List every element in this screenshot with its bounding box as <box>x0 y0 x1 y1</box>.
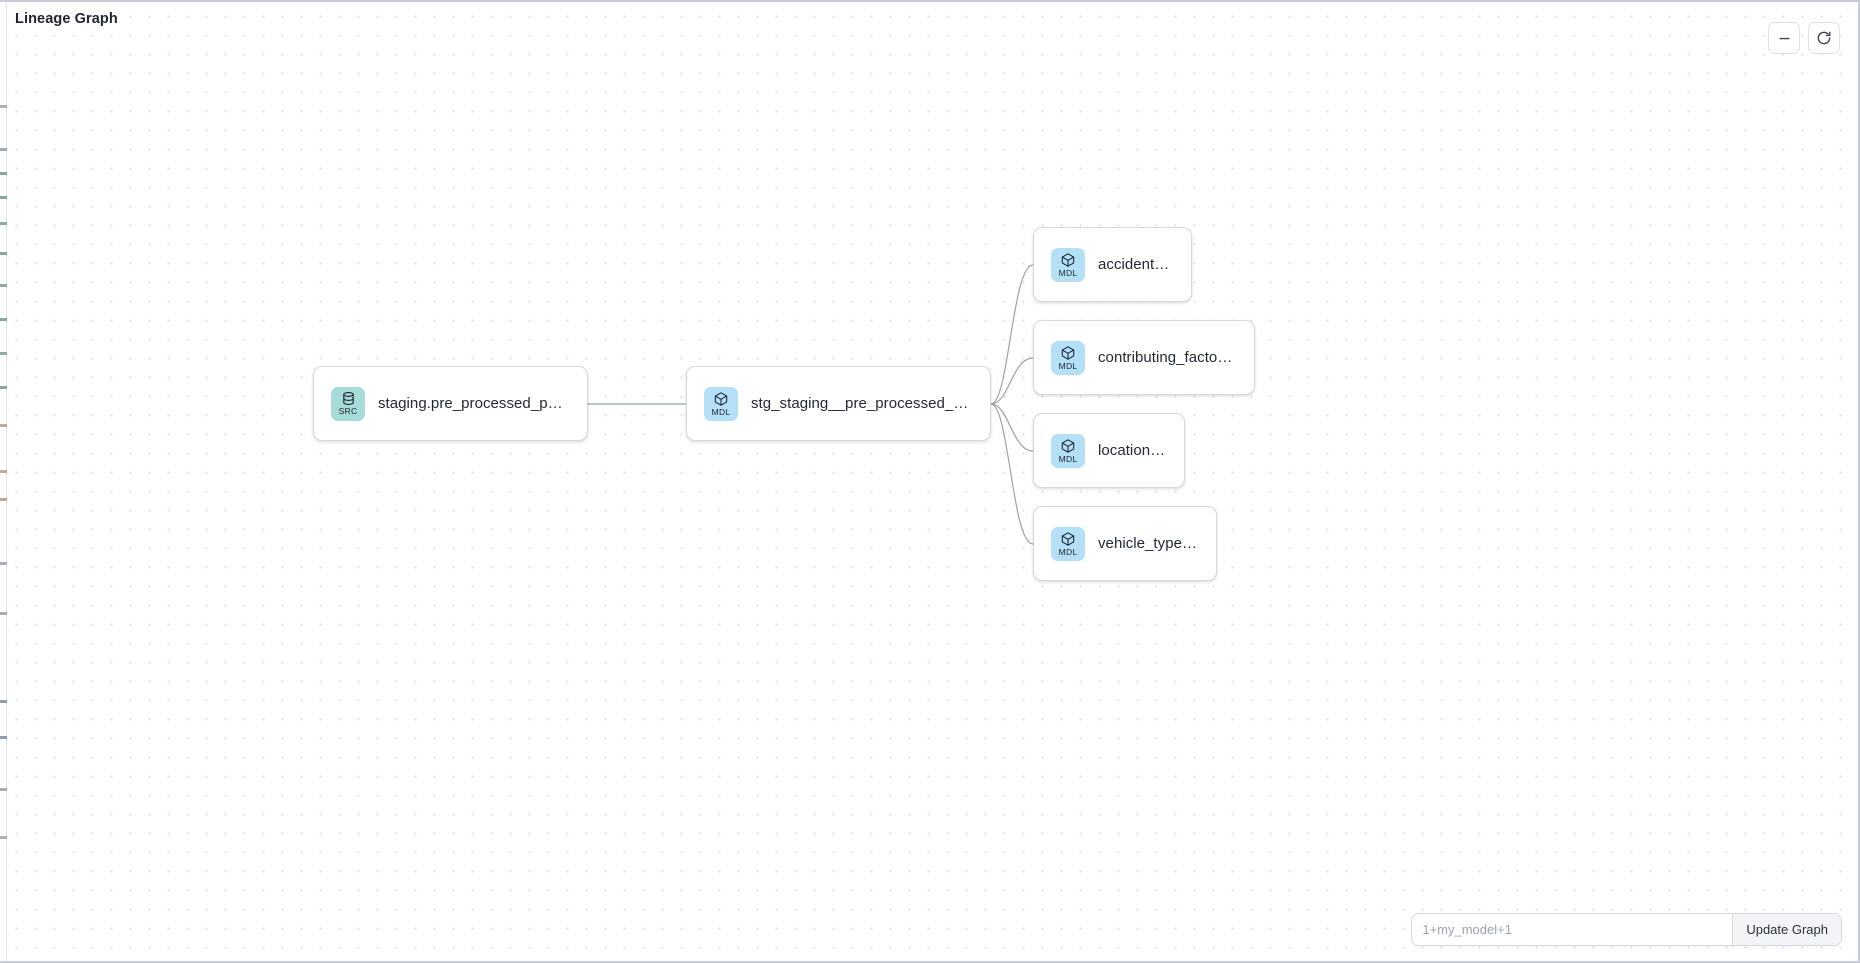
cube-icon <box>1060 252 1076 268</box>
edge-staging-model-to-location-dim <box>990 403 1034 452</box>
node-accidents-fact[interactable]: MDL accidents_fact <box>1033 227 1192 302</box>
ruler-mark <box>0 196 7 199</box>
ruler-mark <box>0 172 7 175</box>
node-label: staging.pre_processed_partitioned <box>378 395 569 412</box>
ruler-mark <box>0 105 7 108</box>
node-location-dim[interactable]: MDL location_dim <box>1033 413 1185 488</box>
node-type-label: MDL <box>711 406 731 417</box>
edge-staging-model-to-accidents-fact <box>990 264 1034 405</box>
ruler-mark <box>0 736 7 739</box>
ruler-mark <box>0 424 7 427</box>
node-type-badge: MDL <box>1051 526 1085 561</box>
node-type-label: MDL <box>1058 360 1078 371</box>
page-title: Lineage Graph <box>15 11 118 27</box>
edge-staging-model-to-vehicle-types-dim <box>990 403 1034 545</box>
cube-icon <box>1060 345 1076 361</box>
cube-icon <box>713 391 729 407</box>
edge-layer <box>588 264 1034 545</box>
node-staging-pre-processed-partitioned[interactable]: SRC staging.pre_processed_partitioned <box>313 366 588 441</box>
ruler-mark <box>0 252 7 255</box>
ruler-mark <box>0 788 7 791</box>
ruler-mark <box>0 700 7 703</box>
refresh-icon <box>1816 30 1832 46</box>
node-type-label: SRC <box>338 406 358 417</box>
node-type-label: MDL <box>1058 546 1078 557</box>
ruler-mark <box>0 148 7 151</box>
node-contributing-factors-dim[interactable]: MDL contributing_factors_dim <box>1033 320 1255 395</box>
ruler-mark <box>0 222 7 225</box>
panel-top-border <box>0 0 1860 2</box>
minus-icon <box>1777 31 1792 46</box>
node-stg-staging-pre-processed-partitioned[interactable]: MDL stg_staging__pre_processed_partitio… <box>686 366 991 441</box>
graph-canvas[interactable]: SRC staging.pre_processed_partitioned MDL s… <box>0 0 1860 963</box>
node-label: location_dim <box>1098 442 1166 459</box>
database-icon <box>341 391 356 406</box>
ruler-mark <box>0 284 7 287</box>
left-overview-ruler[interactable] <box>0 0 7 963</box>
ruler-mark <box>0 386 7 389</box>
node-label: stg_staging__pre_processed_partitio… <box>751 395 972 412</box>
node-type-label: MDL <box>1058 453 1078 464</box>
refresh-button[interactable] <box>1808 22 1840 54</box>
edge-staging-model-to-contributing-factors-dim <box>990 357 1034 405</box>
ruler-mark <box>0 562 7 565</box>
ruler-mark <box>0 836 7 839</box>
node-label: vehicle_types_dim <box>1098 535 1198 552</box>
ruler-mark <box>0 612 7 615</box>
node-type-badge: MDL <box>704 386 738 421</box>
update-graph-button[interactable]: Update Graph <box>1732 914 1841 945</box>
panel-controls <box>1768 22 1840 54</box>
node-vehicle-types-dim[interactable]: MDL vehicle_types_dim <box>1033 506 1217 581</box>
node-label: accidents_fact <box>1098 256 1173 273</box>
ruler-mark <box>0 318 7 321</box>
node-type-badge: MDL <box>1051 340 1085 375</box>
ruler-mark <box>0 352 7 355</box>
graph-selector-bar: Update Graph <box>1411 913 1842 946</box>
minimize-button[interactable] <box>1768 22 1800 54</box>
selector-input[interactable] <box>1412 914 1733 945</box>
node-type-badge: MDL <box>1051 247 1085 282</box>
ruler-mark <box>0 470 7 473</box>
ruler-mark <box>0 498 7 501</box>
lineage-graph-panel: Lineage Graph SRC staging.pre_processed_p… <box>0 0 1860 963</box>
cube-icon <box>1060 438 1076 454</box>
node-type-label: MDL <box>1058 267 1078 278</box>
node-type-badge: MDL <box>1051 433 1085 468</box>
cube-icon <box>1060 531 1076 547</box>
node-label: contributing_factors_dim <box>1098 349 1236 366</box>
node-type-badge: SRC <box>331 386 365 421</box>
